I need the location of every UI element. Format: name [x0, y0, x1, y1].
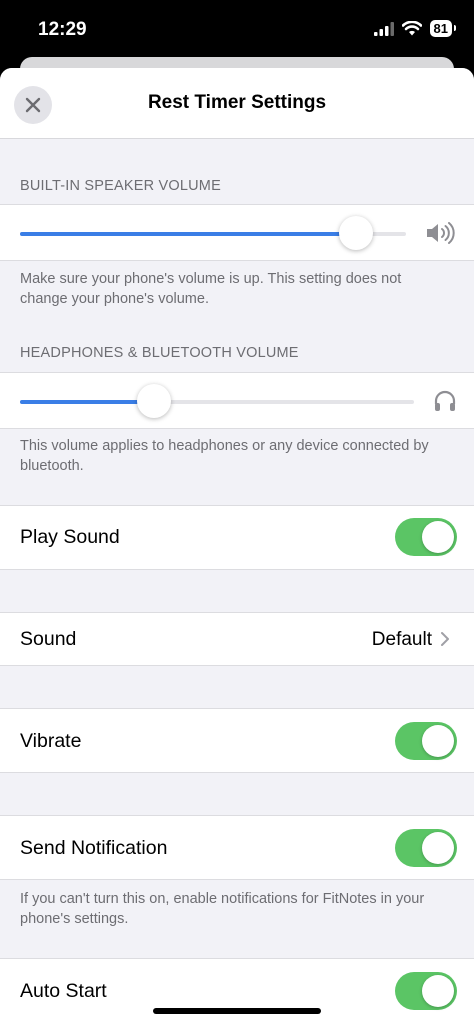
speaker-volume-label: BUILT-IN SPEAKER VOLUME: [20, 178, 221, 194]
send-notification-label: Send Notification: [20, 837, 168, 859]
auto-start-toggle-knob: [422, 975, 454, 1007]
play-sound-toggle[interactable]: [395, 518, 457, 556]
status-bar: 12:29 81: [0, 0, 474, 62]
speaker-volume-row: [0, 204, 474, 261]
auto-start-label: Auto Start: [20, 980, 107, 1002]
headphones-volume-thumb[interactable]: [136, 384, 171, 418]
auto-start-row: Auto Start: [0, 958, 474, 1025]
chevron-right-icon: [441, 632, 449, 646]
vibrate-label: Vibrate: [20, 730, 82, 752]
signal-icon: [373, 21, 394, 36]
status-icons: 81: [373, 20, 457, 37]
speaker-icon: [427, 222, 455, 244]
send-notification-note: If you can't turn this on, enable notifi…: [20, 891, 425, 927]
send-notification-toggle-knob: [422, 832, 454, 864]
wifi-icon: [401, 21, 422, 36]
headphones-volume-note: This volume applies to headphones or any…: [20, 438, 429, 474]
headphones-volume-label: HEADPHONES & BLUETOOTH VOLUME: [20, 345, 299, 361]
send-notification-row: Send Notification: [0, 815, 474, 880]
page-title: Rest Timer Settings: [147, 92, 327, 113]
sound-label: Sound: [20, 628, 77, 650]
rest-timer-settings-sheet: Rest Timer Settings BUILT-IN SPEAKER VOL…: [0, 68, 474, 1025]
auto-start-toggle[interactable]: [395, 972, 457, 1010]
sound-value: Default: [371, 629, 432, 650]
battery-icon: 81: [429, 20, 457, 37]
headphones-volume-fill: [20, 400, 154, 404]
speaker-volume-slider[interactable]: [20, 216, 406, 250]
headphones-icon: [434, 390, 456, 411]
sound-row[interactable]: Sound Default: [0, 612, 474, 666]
speaker-volume-note: Make sure your phone's volume is up. Thi…: [20, 271, 402, 307]
home-indicator: [153, 1008, 321, 1014]
sheet-header: Rest Timer Settings: [0, 68, 474, 139]
send-notification-toggle[interactable]: [395, 829, 457, 867]
play-sound-toggle-knob: [422, 521, 454, 553]
vibrate-row: Vibrate: [0, 708, 474, 773]
vibrate-toggle-knob: [422, 725, 454, 757]
play-sound-label: Play Sound: [20, 526, 120, 548]
speaker-volume-thumb[interactable]: [338, 216, 373, 250]
speaker-volume-fill: [20, 232, 356, 236]
vibrate-toggle[interactable]: [395, 722, 457, 760]
headphones-volume-slider[interactable]: [20, 384, 414, 418]
play-sound-row: Play Sound: [0, 505, 474, 570]
status-time: 12:29: [38, 19, 87, 40]
headphones-volume-row: [0, 372, 474, 429]
